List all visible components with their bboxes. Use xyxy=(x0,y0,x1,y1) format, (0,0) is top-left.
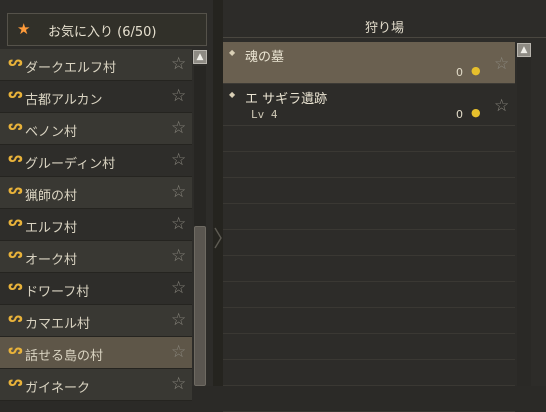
star-outline-icon[interactable]: ☆ xyxy=(171,183,189,201)
favorite-item[interactable]: ᔕ 古都アルカン ☆ xyxy=(0,81,192,113)
hunting-row-empty xyxy=(223,334,515,360)
star-outline-icon[interactable]: ☆ xyxy=(171,279,189,297)
teleport-icon: ᔕ xyxy=(8,151,23,166)
hunting-row-empty xyxy=(223,178,515,204)
favorite-item[interactable]: ᔕ エルフ村 ☆ xyxy=(0,209,192,241)
favorite-item[interactable]: ᔕ オーク村 ☆ xyxy=(0,241,192,273)
star-outline-icon[interactable]: ☆ xyxy=(171,119,189,137)
star-outline-icon[interactable]: ☆ xyxy=(171,311,189,329)
hunting-row-count: 0 xyxy=(456,108,463,121)
favorite-item[interactable]: ᔕ ガイネーク ☆ xyxy=(0,369,192,401)
teleport-icon: ᔕ xyxy=(8,183,23,198)
hunting-row-empty xyxy=(223,152,515,178)
favorite-item[interactable]: ᔕ 話せる島の村 ☆ xyxy=(0,337,192,369)
hunting-row-empty xyxy=(223,256,515,282)
favorite-item[interactable]: ᔕ グルーディン村 ☆ xyxy=(0,145,192,177)
star-outline-icon[interactable]: ☆ xyxy=(171,151,189,169)
star-outline-icon[interactable]: ☆ xyxy=(494,55,512,73)
teleport-icon: ᔕ xyxy=(8,215,23,230)
hunting-row-count: 0 xyxy=(456,66,463,79)
coin-icon: ● xyxy=(471,106,481,119)
hunting-row-empty xyxy=(223,204,515,230)
teleport-icon: ᔕ xyxy=(8,87,23,102)
favorites-title: お気に入り (6/50) xyxy=(48,25,157,40)
hunting-header: 狩り場 xyxy=(223,8,546,38)
teleport-icon: ᔕ xyxy=(8,343,23,358)
favorite-item-label: ドワーフ村 xyxy=(25,285,90,300)
hunting-row-empty xyxy=(223,230,515,256)
star-outline-icon[interactable]: ☆ xyxy=(494,97,512,115)
teleport-icon: ᔕ xyxy=(8,279,23,294)
favorites-scroll-thumb[interactable] xyxy=(194,226,206,386)
hunting-row-empty xyxy=(223,126,515,152)
hunting-row[interactable]: ◆ 魂の墓 0 ● ☆ xyxy=(223,42,515,84)
coin-icon: ● xyxy=(471,64,481,77)
teleport-icon: ᔕ xyxy=(8,375,23,390)
diamond-icon: ◆ xyxy=(229,48,236,57)
favorite-item[interactable]: ᔕ カマエル村 ☆ xyxy=(0,305,192,337)
star-outline-icon[interactable]: ☆ xyxy=(171,247,189,265)
hunting-panel: 狩り場 ◆ 魂の墓 0 ● ☆ ◆ エ サギラ遺跡 Lv 4 0 ● ☆ xyxy=(223,0,546,412)
favorite-item[interactable]: ᔕ ベノン村 ☆ xyxy=(0,113,192,145)
favorite-item-label: グルーディン村 xyxy=(25,157,116,172)
star-outline-icon[interactable]: ☆ xyxy=(171,375,189,393)
hunting-row-empty xyxy=(223,360,515,386)
teleport-icon: ᔕ xyxy=(8,55,23,70)
favorites-panel: ★ お気に入り (6/50) ᔕ ダークエルフ村 ☆ ᔕ 古都アルカン ☆ ᔕ ベノン村 ☆ ᔕ グ… xyxy=(0,0,213,401)
scroll-up-button[interactable]: ▲ xyxy=(193,50,207,64)
hunting-scroll-track[interactable] xyxy=(517,58,531,386)
star-outline-icon[interactable]: ☆ xyxy=(171,215,189,233)
star-icon: ★ xyxy=(17,20,31,38)
favorites-list: ᔕ ダークエルフ村 ☆ ᔕ 古都アルカン ☆ ᔕ ベノン村 ☆ ᔕ グルーディン村 ☆ ᔕ 猟師の村 ☆ ᔕ エ… xyxy=(0,49,192,401)
favorites-header: ★ お気に入り (6/50) xyxy=(7,13,207,46)
favorite-item-label: ベノン村 xyxy=(25,125,78,140)
hunting-row[interactable]: ◆ エ サギラ遺跡 Lv 4 0 ● ☆ xyxy=(223,84,515,126)
panel-divider xyxy=(213,0,223,386)
hunting-row-name: 魂の墓 xyxy=(245,50,285,65)
hunting-title: 狩り場 xyxy=(364,21,404,36)
favorite-item-label: ダークエルフ村 xyxy=(25,61,117,76)
star-outline-icon[interactable]: ☆ xyxy=(171,343,189,361)
favorite-item[interactable]: ᔕ 猟師の村 ☆ xyxy=(0,177,192,209)
hunting-row-empty xyxy=(223,282,515,308)
favorite-item-label: 話せる島の村 xyxy=(25,349,104,364)
star-outline-icon[interactable]: ☆ xyxy=(171,87,189,105)
favorite-item-label: ガイネーク xyxy=(25,381,91,396)
favorite-item-label: 猟師の村 xyxy=(25,189,78,204)
teleport-icon: ᔕ xyxy=(8,119,23,134)
star-outline-icon[interactable]: ☆ xyxy=(171,55,189,73)
hunting-row-empty xyxy=(223,386,515,412)
favorite-item-label: カマエル村 xyxy=(25,317,91,332)
favorite-item[interactable]: ᔕ ダークエルフ村 ☆ xyxy=(0,49,192,81)
hunting-scroll-up-button[interactable]: ▲ xyxy=(517,43,531,57)
hunting-list: ◆ 魂の墓 0 ● ☆ ◆ エ サギラ遺跡 Lv 4 0 ● ☆ xyxy=(223,42,515,412)
hunting-row-empty xyxy=(223,308,515,334)
favorite-item-label: オーク村 xyxy=(25,253,78,268)
hunting-row-level: Lv 4 xyxy=(251,108,278,121)
chevron-right-icon xyxy=(214,227,222,249)
favorite-item-label: 古都アルカン xyxy=(25,93,103,108)
teleport-icon: ᔕ xyxy=(8,311,23,326)
hunting-row-name: エ サギラ遺跡 xyxy=(245,92,328,107)
teleport-icon: ᔕ xyxy=(8,247,23,262)
favorite-item-label: エルフ村 xyxy=(25,221,78,236)
favorite-item[interactable]: ᔕ ドワーフ村 ☆ xyxy=(0,273,192,305)
diamond-icon: ◆ xyxy=(229,90,236,99)
